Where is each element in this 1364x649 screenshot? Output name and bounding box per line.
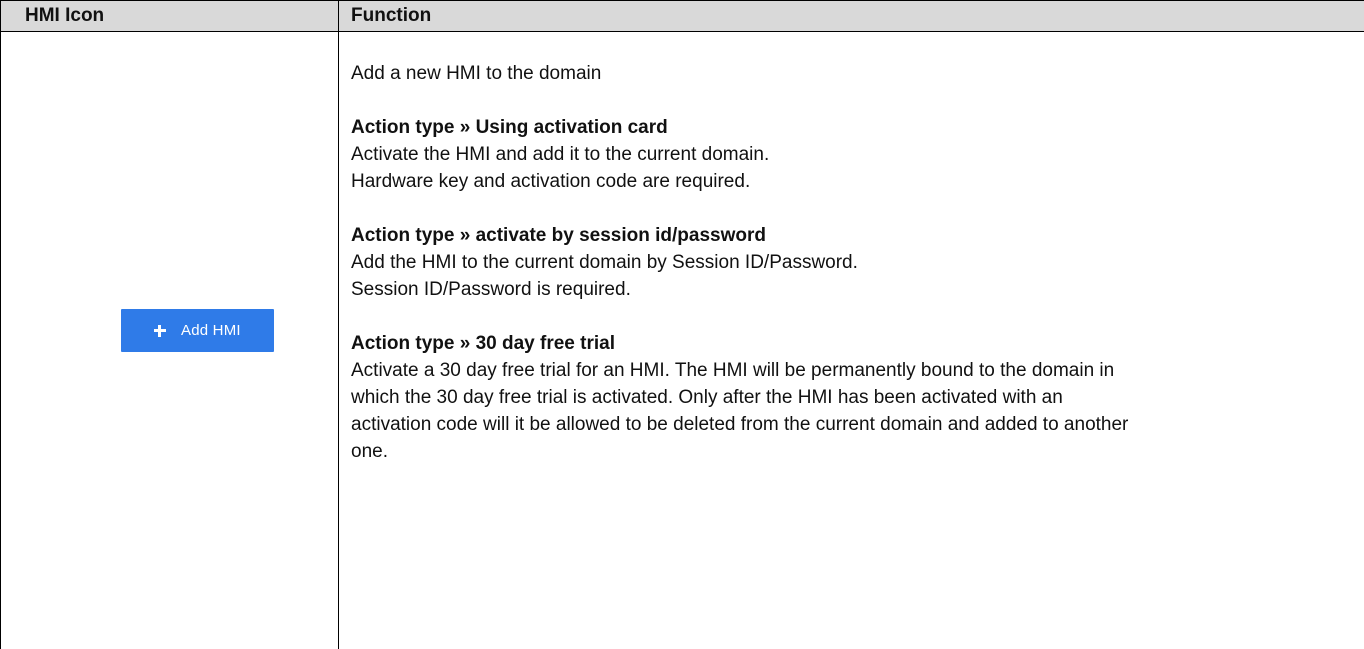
action-heading-session-password: Action type » activate by session id/pas… (351, 225, 766, 246)
hmi-icon-cell: Add HMI (0, 31, 339, 649)
add-hmi-button-label: Add HMI (181, 322, 241, 339)
action-line: Add the HMI to the current domain by Ses… (351, 252, 858, 273)
function-content: Add a new HMI to the domain Action type … (351, 32, 1141, 465)
action-heading-free-trial: Action type » 30 day free trial (351, 333, 615, 354)
action-line: Session ID/Password is required. (351, 279, 631, 300)
column-header-function: Function (338, 0, 1364, 32)
column-header-hmi-icon: HMI Icon (0, 0, 339, 32)
table-header-row: HMI Icon Function (0, 0, 1364, 32)
add-hmi-button[interactable]: Add HMI (121, 309, 274, 352)
action-paragraph: Activate a 30 day free trial for an HMI.… (351, 360, 1129, 462)
action-line: Hardware key and activation code are req… (351, 171, 751, 192)
plus-icon (153, 324, 167, 338)
table-row: Add HMI Add a new HMI to the domain Acti… (0, 31, 1364, 649)
action-line: Activate the HMI and add it to the curre… (351, 144, 770, 165)
function-description-cell: Add a new HMI to the domain Action type … (338, 31, 1364, 649)
function-intro: Add a new HMI to the domain (351, 63, 602, 84)
hmi-function-table: HMI Icon Function Add HMI Add a new HMI … (0, 0, 1364, 649)
action-heading-activation-card: Action type » Using activation card (351, 117, 668, 138)
